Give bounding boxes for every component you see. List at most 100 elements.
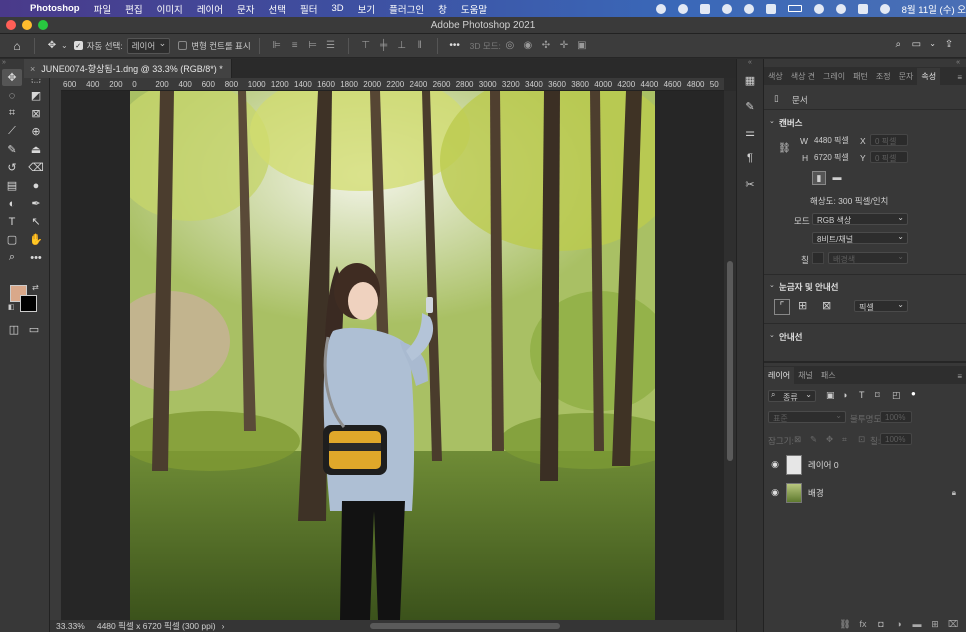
gradient-tool-icon[interactable]: ▤	[2, 177, 22, 194]
link-icon[interactable]: ⛓	[778, 143, 791, 154]
menu-edit[interactable]: 편집	[118, 2, 149, 16]
collapse-props-icon[interactable]: «	[956, 59, 960, 66]
lock-icon[interactable]: 🔒︎	[952, 488, 956, 498]
align-hcenter-icon[interactable]: ≡	[289, 40, 301, 52]
auto-select-dropdown[interactable]: 레이어	[126, 37, 171, 54]
search-icon[interactable]: ⌕	[892, 39, 904, 51]
blend-mode-dropdown[interactable]: 표준	[768, 411, 846, 423]
vertical-ruler[interactable]	[50, 91, 61, 620]
adjustment-layer-icon[interactable]: ◑	[892, 619, 906, 629]
eyedropper-tool-icon[interactable]: ⟋	[2, 123, 22, 140]
align-bottom-icon[interactable]: ⊥	[396, 40, 408, 52]
portrait-orientation-icon[interactable]: ▮	[812, 171, 826, 185]
vertical-scrollbar[interactable]	[724, 91, 736, 620]
tab-adjustments[interactable]: 조정	[872, 68, 895, 85]
default-colors-icon[interactable]: ◧	[8, 303, 15, 311]
screen-mode-icon[interactable]: ▭	[24, 321, 44, 338]
close-window-icon[interactable]	[6, 20, 16, 30]
zoom-window-icon[interactable]	[38, 20, 48, 30]
input-source-icon[interactable]	[765, 3, 776, 14]
pointer-status-icon[interactable]	[655, 3, 666, 14]
background-color-swatch[interactable]	[20, 295, 37, 312]
share-icon[interactable]: ⇪	[943, 39, 955, 51]
grid-icon[interactable]: ⊞	[798, 299, 807, 312]
sync-status-icon[interactable]	[721, 3, 732, 14]
layer-row[interactable]: ◉ 배경 🔒︎	[764, 480, 966, 505]
tab-paths[interactable]: 패스	[817, 367, 840, 384]
type-tool-icon[interactable]: T	[2, 213, 22, 230]
lock-image-icon[interactable]: ✎	[810, 434, 817, 445]
swap-colors-icon[interactable]: ⇄	[32, 283, 39, 292]
minimize-window-icon[interactable]	[22, 20, 32, 30]
new-group-icon[interactable]: ▬	[910, 619, 924, 629]
auto-select-checkbox[interactable]: ✓	[73, 41, 83, 50]
3d-orbit-icon[interactable]: ◎	[504, 40, 516, 52]
menu-plugins[interactable]: 플러그인	[382, 2, 431, 16]
tab-patterns[interactable]: 패턴	[849, 68, 872, 85]
fill-percent-field[interactable]: 100%	[880, 433, 912, 445]
battery-icon[interactable]	[787, 5, 802, 12]
tab-swatches[interactable]: 색상 견	[787, 68, 819, 85]
brush-settings-icon[interactable]: ✎	[737, 95, 763, 117]
landscape-orientation-icon[interactable]: ▬	[830, 171, 844, 185]
add-mask-icon[interactable]: ◘	[874, 619, 888, 629]
mode-dropdown[interactable]: RGB 색상	[812, 213, 908, 225]
panel-menu-icon[interactable]: ≡	[953, 369, 966, 384]
tab-character[interactable]: 문자	[895, 68, 918, 85]
close-tab-icon[interactable]: ×	[30, 64, 35, 74]
canvas-section-title[interactable]: 캔버스	[764, 117, 966, 129]
menu-layer[interactable]: 레이어	[190, 2, 230, 16]
workspace-icon[interactable]: ▭	[910, 39, 922, 51]
layer-name[interactable]: 레이어 0	[808, 459, 839, 471]
app-status-icon[interactable]	[699, 3, 710, 14]
menu-help[interactable]: 도움말	[454, 2, 494, 16]
3d-slide-icon[interactable]: ✛	[558, 40, 570, 52]
menu-3d[interactable]: 3D	[325, 3, 351, 14]
document-info[interactable]: 4480 픽셀 x 6720 픽셀 (300 ppi)	[97, 620, 216, 632]
tab-layers[interactable]: 레이어	[764, 367, 795, 384]
clone-stamp-tool-icon[interactable]: ⏏	[26, 141, 46, 158]
adjustments-sliders-icon[interactable]: ⚌	[737, 121, 763, 143]
chevron-down-icon[interactable]: ⌄	[929, 39, 936, 51]
filter-adjustment-icon[interactable]: ◑	[842, 390, 847, 400]
layer-style-icon[interactable]: fx	[856, 619, 870, 629]
move-tool-preset-icon[interactable]: ✥	[46, 40, 58, 52]
tab-gradients[interactable]: 그레이	[819, 68, 849, 85]
shape-tool-icon[interactable]: ▢	[2, 231, 22, 248]
path-select-tool-icon[interactable]: ↖	[26, 213, 46, 230]
paragraph-icon[interactable]: ¶	[737, 147, 763, 169]
filter-pixel-icon[interactable]: ▣	[826, 390, 835, 401]
transform-controls-checkbox[interactable]	[178, 41, 188, 50]
healing-brush-tool-icon[interactable]: ⊕	[26, 123, 46, 140]
more-options-icon[interactable]: •••	[449, 40, 461, 52]
play-status-icon[interactable]	[743, 3, 754, 14]
menu-filter[interactable]: 필터	[293, 2, 324, 16]
frame-tool-icon[interactable]: ⊠	[26, 105, 46, 122]
creative-cloud-icon[interactable]	[677, 3, 688, 14]
move-tool-icon[interactable]: ✥	[2, 69, 22, 86]
bit-depth-dropdown[interactable]: 8비트/채널	[812, 232, 908, 244]
layer-row[interactable]: ◉ 레이어 0	[764, 452, 966, 477]
menu-app-name[interactable]: Photoshop	[26, 3, 87, 14]
vertical-scroll-thumb[interactable]	[727, 261, 733, 461]
history-brush-tool-icon[interactable]: ↺	[2, 159, 22, 176]
align-left-icon[interactable]: ⊫	[271, 40, 283, 52]
rulers-toggle-icon[interactable]: ⌜	[774, 299, 790, 315]
lock-all-icon[interactable]: ⊡	[858, 434, 865, 445]
siri-icon[interactable]	[879, 3, 890, 14]
collapse-strip-icon[interactable]: «	[737, 59, 763, 69]
menu-select[interactable]: 선택	[262, 2, 293, 16]
rulers-unit-dropdown[interactable]: 픽셀	[854, 300, 908, 312]
document-tab[interactable]: × JUNE0074-향상됨-1.dng @ 33.3% (RGB/8*) *	[24, 59, 232, 78]
document-image[interactable]	[130, 91, 655, 620]
width-field[interactable]: 4480 픽셀	[810, 134, 866, 146]
lock-transparent-icon[interactable]: ⊠	[794, 434, 801, 445]
y-field[interactable]: 0 픽셀	[870, 151, 908, 163]
chevron-down-icon[interactable]: ⌄	[61, 41, 68, 50]
guides-section-title[interactable]: 안내선	[764, 331, 966, 343]
quick-mask-icon[interactable]: ◫	[4, 321, 24, 338]
wifi-icon[interactable]	[813, 3, 824, 14]
x-field[interactable]: 0 픽셀	[870, 134, 908, 146]
menu-image[interactable]: 이미지	[150, 2, 190, 16]
align-right-icon[interactable]: ⊨	[307, 40, 319, 52]
